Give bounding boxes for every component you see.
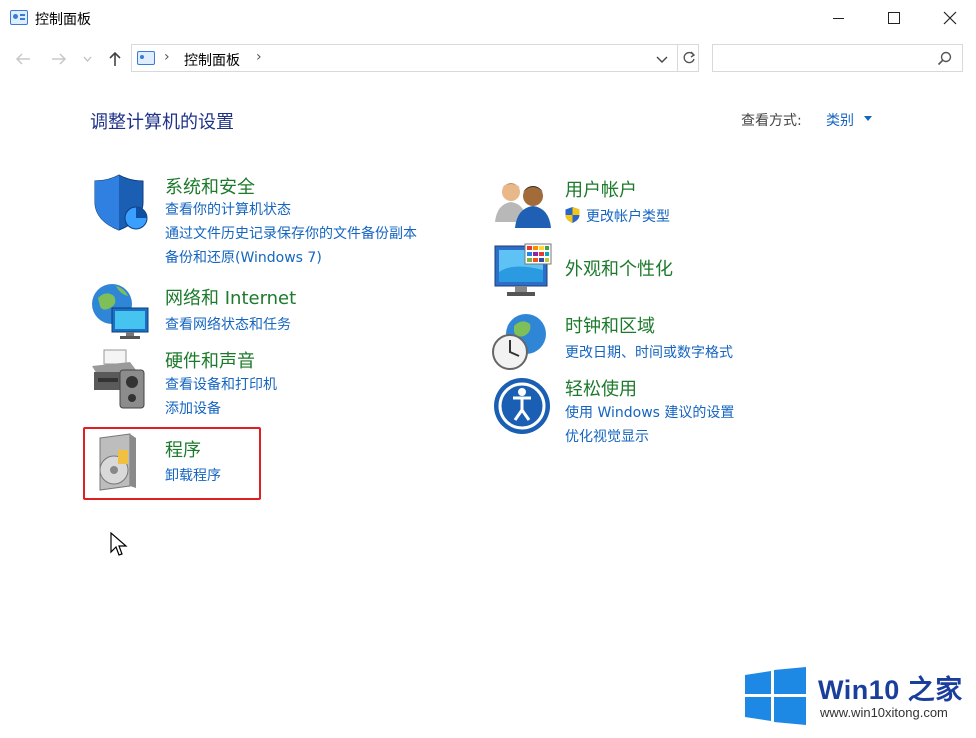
- windows-logo-icon: [745, 667, 806, 725]
- link-change-account-type[interactable]: 更改帐户类型: [586, 206, 670, 226]
- category-title-clock-region[interactable]: 时钟和区域: [565, 312, 655, 338]
- printer-speaker-icon[interactable]: [90, 348, 152, 410]
- page-title: 调整计算机的设置: [90, 112, 234, 133]
- uac-shield-icon: [565, 207, 580, 223]
- category-title-ease-of-access[interactable]: 轻松使用: [565, 375, 637, 401]
- network-globe-icon[interactable]: [90, 280, 152, 342]
- users-icon[interactable]: [493, 178, 555, 240]
- category-title-network-internet[interactable]: 网络和 Internet: [165, 284, 296, 310]
- address-bar[interactable]: › 控制面板 ›: [131, 44, 699, 72]
- search-icon[interactable]: [937, 51, 952, 66]
- back-arrow-icon: [15, 53, 30, 65]
- view-by-dropdown[interactable]: 类别: [826, 110, 854, 130]
- navigation-bar: › 控制面板 ›: [0, 36, 976, 84]
- refresh-icon: [683, 51, 695, 64]
- link-change-date-time-format[interactable]: 更改日期、时间或数字格式: [565, 342, 733, 362]
- ease-of-access-icon[interactable]: [493, 374, 555, 436]
- link-file-history[interactable]: 通过文件历史记录保存你的文件备份副本: [165, 223, 417, 243]
- mouse-cursor-icon: [110, 532, 128, 556]
- link-recommended-settings[interactable]: 使用 Windows 建议的设置: [565, 402, 734, 422]
- category-title-system-security[interactable]: 系统和安全: [165, 173, 255, 199]
- up-arrow-icon: [109, 51, 121, 66]
- close-icon: [943, 11, 957, 25]
- chevron-right-icon: ›: [164, 49, 170, 65]
- link-add-device[interactable]: 添加设备: [165, 398, 221, 418]
- link-optimize-visual-display[interactable]: 优化视觉显示: [565, 426, 649, 446]
- watermark-url: www.win10xitong.com: [820, 705, 948, 720]
- close-button[interactable]: [922, 0, 976, 36]
- breadcrumb-control-panel[interactable]: 控制面板: [184, 50, 240, 70]
- minimize-icon: [832, 17, 844, 19]
- clock-globe-icon[interactable]: [490, 310, 552, 372]
- chevron-down-icon: [83, 56, 91, 62]
- highlight-box: [83, 427, 261, 500]
- minimize-button[interactable]: [810, 0, 866, 36]
- link-view-computer-status[interactable]: 查看你的计算机状态: [165, 199, 291, 219]
- back-button[interactable]: [10, 46, 36, 72]
- control-panel-icon: [137, 51, 155, 65]
- forward-button[interactable]: [46, 46, 72, 72]
- title-bar: 控制面板: [0, 0, 976, 36]
- monitor-palette-icon[interactable]: [493, 242, 555, 304]
- view-by-label: 查看方式:: [741, 113, 802, 129]
- link-network-status[interactable]: 查看网络状态和任务: [165, 314, 291, 334]
- address-dropdown[interactable]: [656, 49, 668, 67]
- category-title-user-accounts[interactable]: 用户帐户: [565, 176, 637, 202]
- view-by-caret-icon[interactable]: [864, 116, 872, 121]
- link-backup-restore[interactable]: 备份和还原(Windows 7): [165, 247, 322, 267]
- category-title-hardware-sound[interactable]: 硬件和声音: [165, 347, 255, 373]
- chevron-down-icon: [656, 56, 668, 63]
- search-input[interactable]: [719, 46, 929, 70]
- chevron-right-icon[interactable]: ›: [256, 49, 262, 65]
- link-devices-printers[interactable]: 查看设备和打印机: [165, 374, 277, 394]
- window-title: 控制面板: [35, 12, 91, 28]
- recent-locations-button[interactable]: [78, 46, 96, 72]
- search-box[interactable]: [712, 44, 963, 72]
- watermark-brand: Win10 之家: [818, 675, 963, 705]
- maximize-icon: [888, 12, 900, 24]
- up-button[interactable]: [102, 46, 128, 72]
- category-title-appearance[interactable]: 外观和个性化: [565, 255, 673, 281]
- forward-arrow-icon: [52, 53, 67, 65]
- control-panel-icon: [10, 10, 28, 25]
- maximize-button[interactable]: [866, 0, 922, 36]
- refresh-button[interactable]: [677, 45, 699, 71]
- shield-icon[interactable]: [92, 172, 154, 234]
